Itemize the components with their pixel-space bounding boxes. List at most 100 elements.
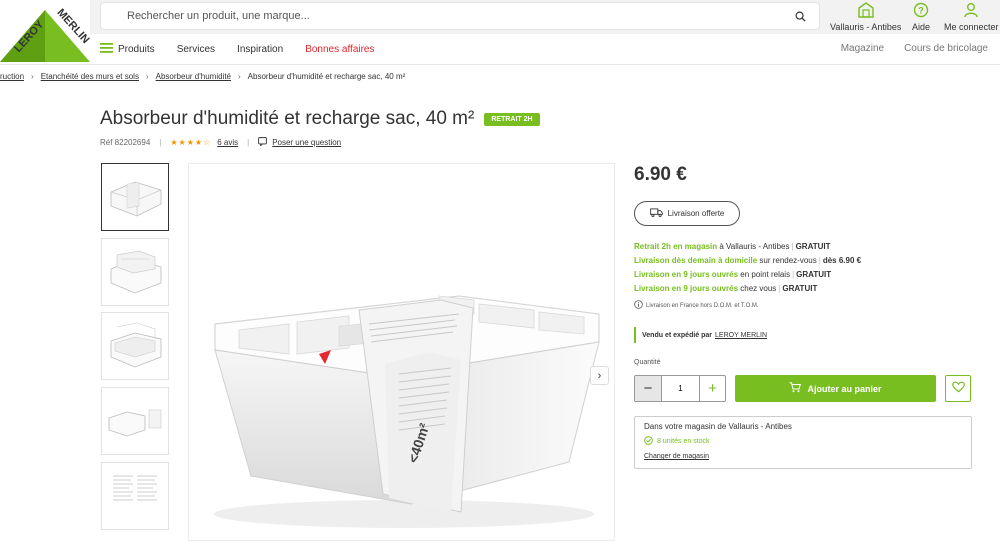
product-thumbnail[interactable] bbox=[101, 387, 169, 455]
shipping-option: Retrait 2h en magasin à Vallauris - Anti… bbox=[634, 242, 831, 251]
page-title: Absorbeur d'humidité et recharge sac, 40… bbox=[100, 108, 475, 129]
search-icon[interactable] bbox=[791, 7, 809, 25]
shipping-info-text: Livraison en France hors D.O.M. et T.O.M… bbox=[646, 302, 759, 309]
shipping-option-price: dès 6.90 € bbox=[822, 256, 862, 265]
login-button[interactable]: Me connecter bbox=[944, 2, 999, 32]
product-thumbnail[interactable] bbox=[101, 238, 169, 306]
shipping-option-title: Livraison en 9 jours ouvrés bbox=[634, 270, 739, 279]
search-bar bbox=[100, 2, 820, 30]
shipping-option-detail: chez vous bbox=[738, 284, 777, 293]
ask-question-link[interactable]: Poser une question bbox=[272, 138, 341, 147]
plus-icon: + bbox=[708, 380, 717, 397]
divider: | bbox=[247, 138, 250, 147]
stock-status: 8 unités en stock bbox=[644, 436, 962, 447]
free-delivery-pill[interactable]: Livraison offerte bbox=[634, 201, 740, 226]
quantity-label: Quantité bbox=[634, 359, 661, 366]
breadcrumb-item[interactable]: Absorbeur d'humidité bbox=[156, 72, 231, 81]
nav-products[interactable]: Produits bbox=[100, 42, 155, 56]
product-thumbnail[interactable] bbox=[101, 163, 169, 231]
pickup-badge: RETRAIT 2H bbox=[484, 112, 540, 126]
help-icon: ? bbox=[913, 2, 929, 22]
decrease-quantity-button[interactable]: − bbox=[635, 376, 661, 401]
nav-products-label: Produits bbox=[118, 43, 155, 55]
rating-stars: ★★★★☆ bbox=[170, 138, 212, 147]
reviews-link[interactable]: 6 avis bbox=[217, 138, 238, 147]
divider: | bbox=[778, 284, 781, 293]
divider: | bbox=[791, 242, 794, 251]
nav-secondary: Magazine Cours de bricolage bbox=[841, 43, 988, 54]
seller-prefix: Vendu et expédié par bbox=[642, 331, 713, 339]
product-main-image[interactable]: <40m² bbox=[188, 163, 615, 541]
chevron-right-icon: › bbox=[238, 72, 241, 81]
nav-services[interactable]: Services bbox=[177, 44, 215, 55]
truck-icon bbox=[649, 208, 663, 219]
nav-inspiration[interactable]: Inspiration bbox=[237, 44, 283, 55]
add-to-cart-button[interactable]: Ajouter au panier bbox=[735, 375, 936, 402]
help-button[interactable]: ? Aide bbox=[912, 2, 930, 32]
shipping-option-price: GRATUIT bbox=[782, 284, 818, 293]
quantity-stepper: − + bbox=[634, 375, 726, 402]
free-delivery-label: Livraison offerte bbox=[667, 209, 725, 218]
store-selector-button[interactable]: Vallauris - Antibes bbox=[830, 2, 901, 32]
breadcrumb-current: Absorbeur d'humidité et recharge sac, 40… bbox=[247, 72, 406, 81]
shipping-option-detail: sur rendez-vous bbox=[757, 256, 817, 265]
svg-text:?: ? bbox=[918, 6, 924, 16]
next-image-button[interactable]: › bbox=[590, 366, 609, 385]
seller-info: Vendu et expédié par LEROY MERLIN bbox=[634, 327, 767, 343]
shipping-info: Livraison en France hors D.O.M. et T.O.M… bbox=[634, 300, 759, 311]
product-ref: Réf 82202694 bbox=[100, 138, 151, 147]
main-nav: Produits Services Inspiration Bonnes aff… bbox=[90, 34, 1000, 64]
shipping-option-price: GRATUIT bbox=[795, 242, 831, 251]
divider: | bbox=[159, 138, 162, 147]
chevron-right-icon: › bbox=[597, 369, 602, 382]
product-price: 6.90 € bbox=[634, 164, 687, 185]
shipping-option-title: Livraison dès demain à domicile bbox=[634, 256, 758, 265]
store-availability-box: Dans votre magasin de Vallauris - Antibe… bbox=[634, 416, 972, 469]
increase-quantity-button[interactable]: + bbox=[699, 376, 725, 401]
check-circle-icon bbox=[644, 436, 653, 447]
product-title-row: Absorbeur d'humidité et recharge sac, 40… bbox=[100, 108, 540, 130]
shipping-option: Livraison dès demain à domicile sur rend… bbox=[634, 256, 861, 265]
question-icon bbox=[258, 137, 268, 148]
info-icon[interactable] bbox=[634, 300, 643, 311]
shipping-option-price: GRATUIT bbox=[796, 270, 832, 279]
shipping-option-title: Retrait 2h en magasin bbox=[634, 242, 718, 251]
stock-label: 8 unités en stock bbox=[657, 438, 710, 445]
shipping-option: Livraison en 9 jours ouvrés en point rel… bbox=[634, 270, 831, 279]
change-store-link[interactable]: Changer de magasin bbox=[644, 453, 709, 460]
heart-icon bbox=[951, 381, 965, 396]
cart-icon bbox=[789, 382, 802, 395]
shipping-option: Livraison en 9 jours ouvrés chez vous | GR… bbox=[634, 284, 817, 293]
divider: | bbox=[792, 270, 795, 279]
store-selector-label: Vallauris - Antibes bbox=[830, 22, 902, 32]
search-input[interactable] bbox=[127, 10, 791, 22]
product-thumbnail[interactable] bbox=[101, 462, 169, 530]
header-divider bbox=[0, 64, 1000, 65]
shipping-option-title: Livraison en 9 jours ouvrés bbox=[634, 284, 739, 293]
shipping-option-detail: en point relais bbox=[738, 270, 791, 279]
help-label: Aide bbox=[912, 22, 931, 32]
divider: | bbox=[818, 256, 821, 265]
nav-deals[interactable]: Bonnes affaires bbox=[305, 44, 374, 55]
product-meta: Réf 82202694 | ★★★★☆ 6 avis | Poser une … bbox=[100, 137, 341, 148]
menu-icon bbox=[100, 42, 113, 56]
seller-link[interactable]: LEROY MERLIN bbox=[715, 332, 767, 339]
nav-magazine[interactable]: Magazine bbox=[841, 43, 884, 54]
wishlist-button[interactable] bbox=[945, 375, 971, 402]
quantity-input[interactable] bbox=[661, 376, 699, 401]
product-thumbnail[interactable] bbox=[101, 312, 169, 380]
login-label: Me connecter bbox=[944, 22, 999, 32]
minus-icon: − bbox=[643, 380, 653, 397]
chevron-right-icon: › bbox=[145, 72, 149, 81]
add-to-cart-label: Ajouter au panier bbox=[807, 383, 882, 394]
breadcrumb: ruction › Etanchéité des murs et sols › … bbox=[0, 72, 405, 81]
shipping-option-detail: à Vallauris - Antibes bbox=[717, 242, 790, 251]
nav-courses[interactable]: Cours de bricolage bbox=[904, 43, 988, 54]
leroy-merlin-logo[interactable]: LEROY MERLIN bbox=[0, 0, 90, 70]
breadcrumb-item[interactable]: Etanchéité des murs et sols bbox=[41, 72, 139, 81]
store-icon bbox=[857, 2, 875, 22]
store-title: Dans votre magasin de Vallauris - Antibe… bbox=[644, 422, 792, 431]
user-icon bbox=[963, 2, 979, 22]
breadcrumb-item[interactable]: ruction bbox=[0, 72, 24, 81]
chevron-right-icon: › bbox=[31, 72, 34, 81]
